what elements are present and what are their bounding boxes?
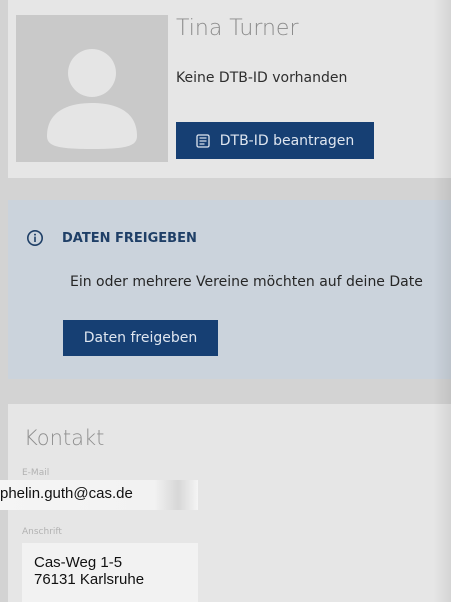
- email-label: E-Mail: [22, 468, 50, 478]
- address-field[interactable]: Cas-Weg 1-5 76131 Karlsruhe: [22, 543, 198, 602]
- notice-title: DATEN FREIGEBEN: [62, 230, 197, 246]
- address-street: Cas-Weg 1-5: [34, 554, 123, 571]
- info-icon: [27, 230, 43, 246]
- notice-text: Ein oder mehrere Vereine möchten auf dei…: [70, 274, 423, 290]
- notice-header: DATEN FREIGEBEN: [26, 229, 197, 247]
- request-dtb-id-button[interactable]: DTB-ID beantragen: [176, 122, 374, 159]
- address-label: Anschrift: [22, 527, 62, 537]
- share-data-button[interactable]: Daten freigeben: [63, 320, 218, 356]
- share-data-label: Daten freigeben: [83, 330, 198, 346]
- email-value[interactable]: phelin.guth@cas.de: [0, 480, 198, 510]
- address-city: 76131 Karlsruhe: [34, 571, 145, 588]
- profile-name: Tina Turner: [176, 16, 299, 41]
- user-placeholder-icon: [47, 49, 137, 149]
- request-dtb-id-label: DTB-ID beantragen: [219, 132, 355, 149]
- id-card-icon: [196, 133, 210, 148]
- contact-title: Kontakt: [24, 426, 105, 450]
- dtb-id-status: Keine DTB-ID vorhanden: [176, 70, 348, 86]
- user-avatar: [16, 15, 168, 162]
